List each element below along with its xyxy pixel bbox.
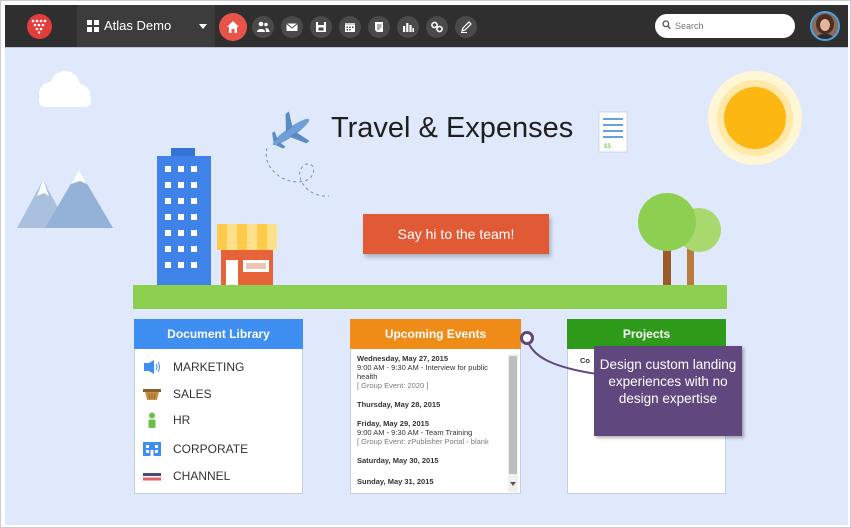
feature-callout: Design custom landing experiences with n… <box>594 346 742 436</box>
say-hi-button[interactable]: Say hi to the team! <box>363 214 549 254</box>
mountains-icon <box>17 170 113 228</box>
upcoming-events-title: Upcoming Events <box>350 319 521 349</box>
save-button[interactable] <box>310 16 332 38</box>
event-date: Thursday, May 28, 2015 <box>357 400 441 409</box>
site-selector[interactable]: Atlas Demo <box>77 5 215 47</box>
event-date: Sunday, May 31, 2015 <box>357 477 434 486</box>
shop-icon <box>217 224 277 286</box>
document-button[interactable] <box>368 16 390 38</box>
event-entry[interactable]: health <box>357 372 507 381</box>
chart-button[interactable] <box>397 16 419 38</box>
scroll-thumb[interactable] <box>509 356 517 474</box>
person-icon <box>148 412 156 428</box>
document-icon <box>375 22 383 32</box>
airplane-icon <box>265 111 330 197</box>
chevron-down-icon <box>199 24 207 29</box>
mail-button[interactable] <box>281 16 303 38</box>
save-icon <box>316 22 326 32</box>
search-input[interactable] <box>675 18 787 34</box>
people-icon <box>257 21 270 32</box>
doc-library-item-label: CORPORATE <box>173 442 249 456</box>
events-list[interactable]: Wednesday, May 27, 2015 9:00 AM - 9:30 A… <box>357 354 507 490</box>
grid-icon <box>87 20 99 32</box>
top-navigation-bar: Atlas Demo <box>5 5 848 47</box>
event-entry[interactable]: 9:00 AM - 9:30 AM - Interview for public <box>357 363 507 372</box>
doc-library-item-label: MARKETING <box>173 360 245 374</box>
event-entry[interactable]: 9:00 AM - 9:30 AM - Team Training <box>357 428 507 437</box>
calendar-button[interactable] <box>339 16 361 38</box>
link-icon <box>431 21 443 33</box>
event-date: Friday, May 29, 2015 <box>357 419 429 428</box>
cloud-icon <box>39 71 91 107</box>
scroll-down-icon[interactable] <box>510 482 516 486</box>
megaphone-icon <box>144 360 160 374</box>
event-group: [ Group Event: zPublisher Portal - blank <box>357 437 489 446</box>
pen-button[interactable] <box>455 16 477 38</box>
doc-library-item-sales[interactable]: SALES <box>143 385 298 405</box>
flag-icon <box>143 473 161 481</box>
app-window: Atlas Demo Search Travel & Expenses $$ S… <box>0 0 851 528</box>
page-title: Travel & Expenses <box>331 112 574 144</box>
link-button[interactable] <box>426 16 448 38</box>
doc-library-item-label: SALES <box>173 387 212 401</box>
pen-icon <box>461 21 472 33</box>
basket-icon <box>143 389 161 400</box>
people-button[interactable] <box>252 16 274 38</box>
doc-library-item-corporate[interactable]: CORPORATE <box>143 440 298 460</box>
event-group: [ Group Event: 2020 ] <box>357 381 429 390</box>
upcoming-events-panel: Upcoming Events Wednesday, May 27, 2015 … <box>350 319 521 494</box>
ground-strip <box>133 285 727 309</box>
search-icon <box>662 20 671 30</box>
event-date: Saturday, May 30, 2015 <box>357 456 439 465</box>
building-icon <box>143 442 161 456</box>
doc-library-item-marketing[interactable]: MARKETING <box>143 358 298 378</box>
chart-icon <box>403 23 414 32</box>
doc-library-item-label: HR <box>173 413 191 427</box>
search-box[interactable] <box>655 14 795 38</box>
doc-library-item-hr[interactable]: HR <box>143 411 298 431</box>
site-name: Atlas Demo <box>104 18 172 33</box>
home-button[interactable] <box>219 13 247 41</box>
callout-connector <box>520 331 598 375</box>
doc-library-item-channel[interactable]: CHANNEL <box>143 467 298 487</box>
home-icon <box>227 21 239 33</box>
calendar-icon <box>345 23 355 32</box>
brand-logo-icon[interactable] <box>27 14 52 39</box>
landing-page-canvas: Travel & Expenses $$ Say hi to the team!… <box>5 47 848 525</box>
doc-library-item-label: CHANNEL <box>173 469 231 483</box>
event-date: Wednesday, May 27, 2015 <box>357 354 449 363</box>
sun-icon <box>708 71 802 165</box>
document-library-panel: Document Library MARKETING SALES HR CORP… <box>134 319 303 494</box>
document-library-title: Document Library <box>134 319 303 349</box>
skyscraper-icon <box>157 148 211 286</box>
trees-icon <box>638 193 721 286</box>
svg-text:$$: $$ <box>604 144 611 150</box>
user-avatar[interactable] <box>810 11 840 41</box>
receipt-icon: $$ <box>598 111 628 153</box>
mail-icon <box>286 23 298 31</box>
